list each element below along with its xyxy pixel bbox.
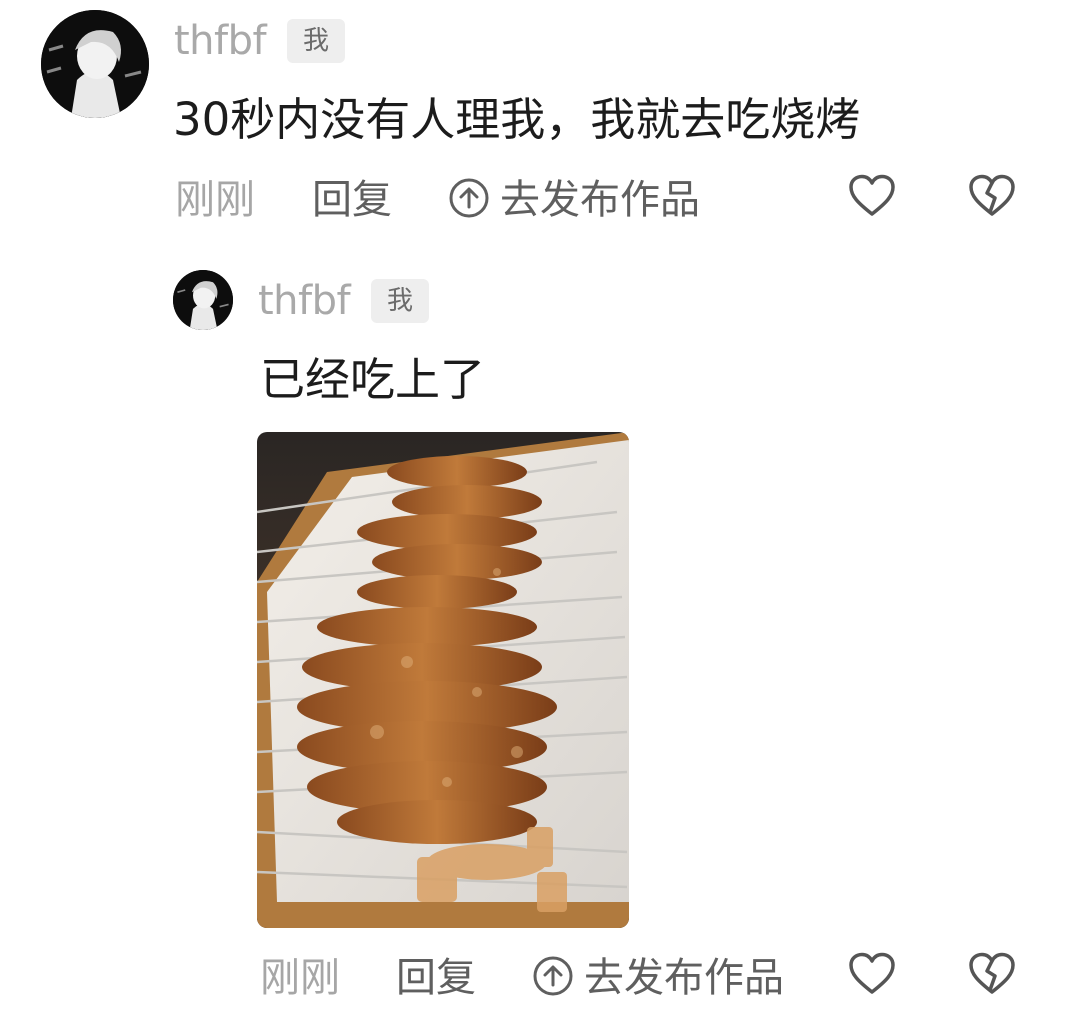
publish-upload-icon [448, 177, 490, 223]
comment-photo[interactable] [257, 432, 629, 928]
heart-icon [848, 952, 896, 1000]
broken-heart-icon [968, 952, 1016, 1000]
username[interactable]: thfbf [258, 277, 351, 325]
publish-upload-icon [532, 955, 574, 1001]
comment-text: 30秒内没有人理我，我就去吃烧烤 [173, 93, 861, 146]
comment-time: 刚刚 [260, 955, 340, 1001]
publish-work-button[interactable]: 去发布作品 [448, 176, 700, 224]
comment-text: 已经吃上了 [260, 353, 486, 406]
dislike-button[interactable] [966, 174, 1018, 222]
avatar[interactable] [173, 270, 233, 330]
publish-work-label: 去发布作品 [584, 955, 784, 1001]
dislike-button[interactable] [966, 952, 1018, 1000]
comment-time: 刚刚 [175, 177, 255, 223]
publish-work-label: 去发布作品 [500, 177, 700, 223]
heart-icon [848, 174, 896, 222]
broken-heart-icon [968, 174, 1016, 222]
publish-work-button[interactable]: 去发布作品 [532, 954, 784, 1002]
avatar[interactable] [41, 10, 149, 118]
username[interactable]: thfbf [174, 17, 267, 65]
me-badge: 我 [287, 19, 345, 63]
reply-button[interactable]: 回复 [312, 176, 392, 224]
like-button[interactable] [846, 952, 898, 1000]
reply-button[interactable]: 回复 [396, 954, 476, 1002]
me-badge: 我 [371, 279, 429, 323]
like-button[interactable] [846, 174, 898, 222]
